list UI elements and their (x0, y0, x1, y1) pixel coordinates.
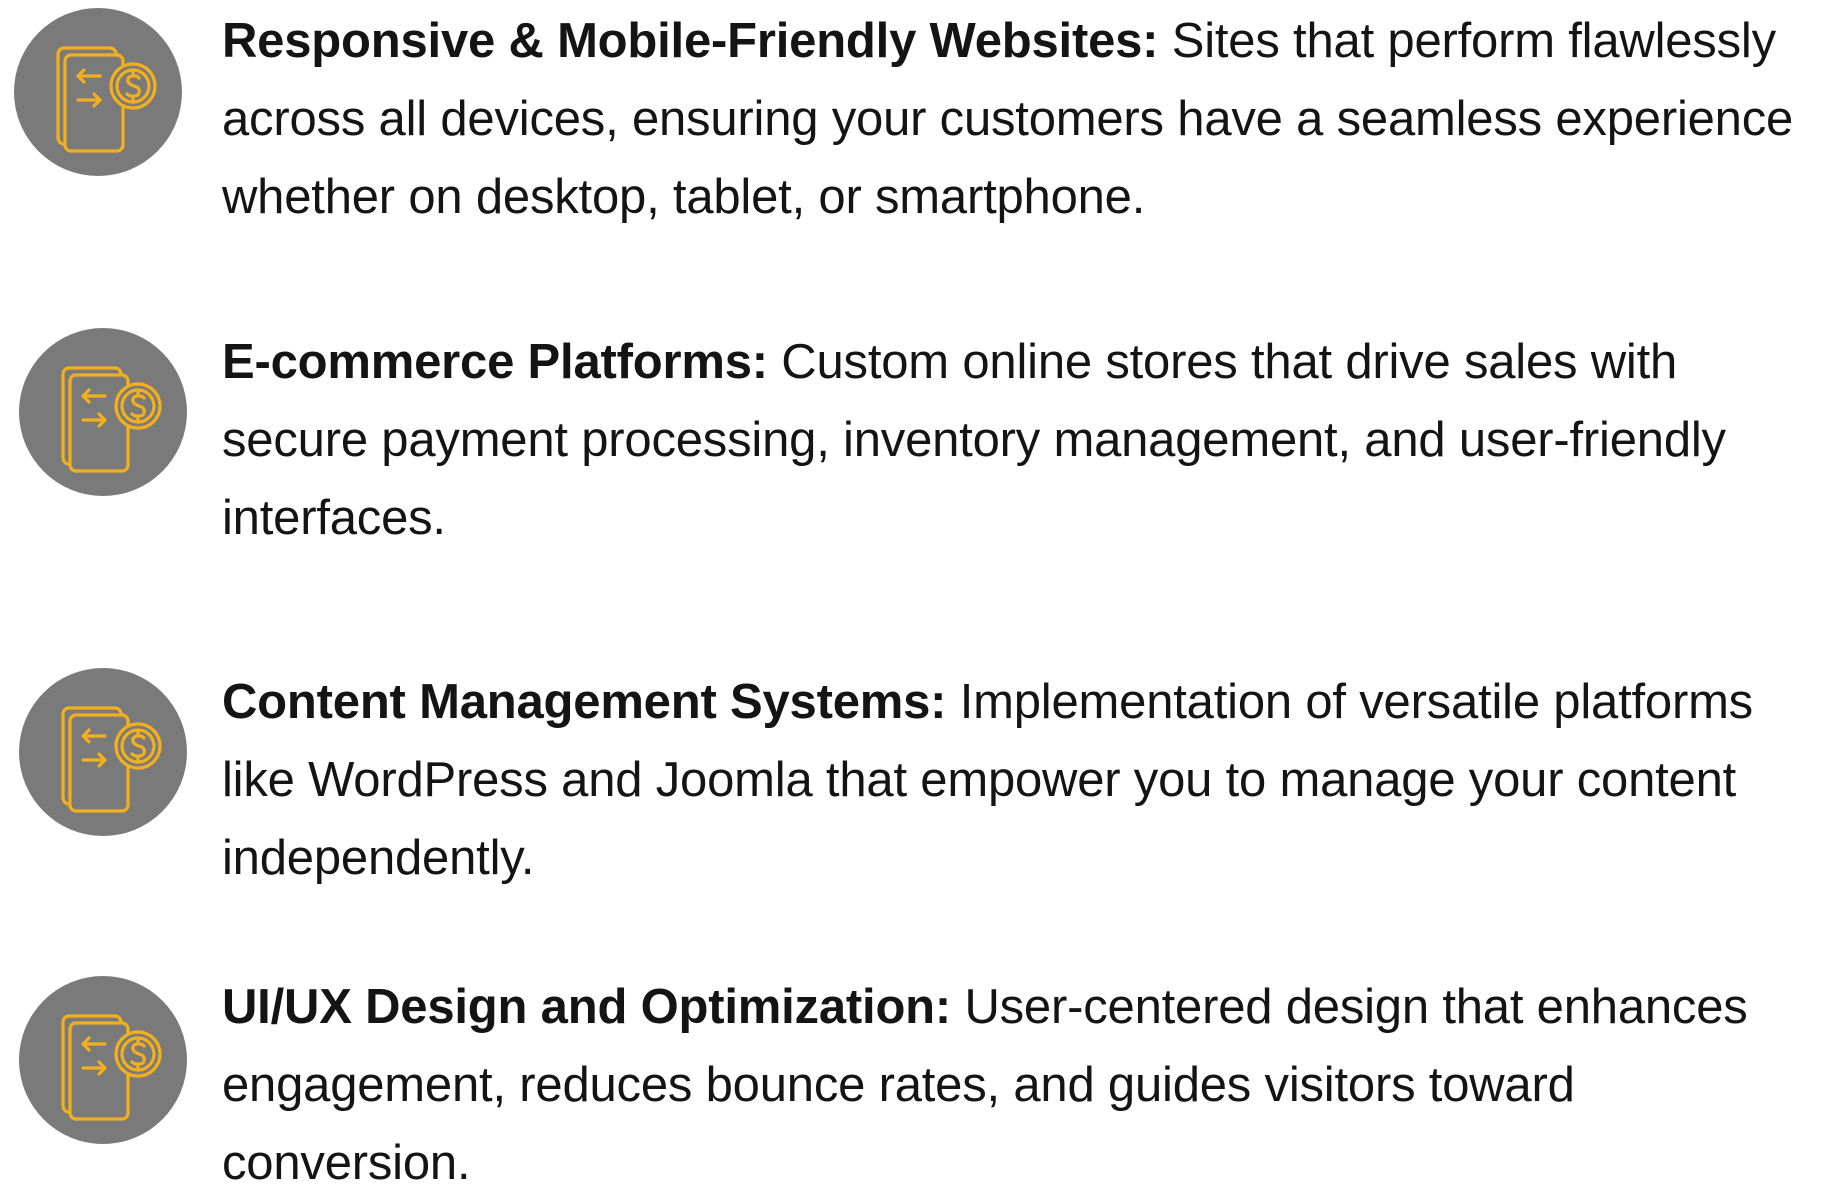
phone-dollar-svg (61, 366, 162, 473)
feature-description: UI/UX Design and Optimization: User-cent… (222, 968, 1832, 1202)
feature-title: Content Management Systems: (222, 675, 947, 729)
phone-dollar-exchange-icon (19, 328, 187, 496)
phone-dollar-exchange-icon (19, 976, 187, 1144)
feature-description: E-commerce Platforms: Custom online stor… (222, 323, 1832, 557)
feature-title: E-commerce Platforms: (222, 335, 768, 389)
phone-dollar-svg (56, 46, 157, 153)
phone-dollar-svg (61, 1014, 162, 1121)
feature-title: UI/UX Design and Optimization: (222, 980, 952, 1034)
feature-description: Content Management Systems: Implementati… (222, 663, 1832, 897)
phone-dollar-exchange-icon (14, 8, 182, 176)
phone-dollar-svg (61, 706, 162, 813)
phone-dollar-exchange-icon (19, 668, 187, 836)
feature-title: Responsive & Mobile-Friendly Websites: (222, 14, 1159, 68)
feature-description: Responsive & Mobile-Friendly Websites: S… (222, 2, 1832, 236)
